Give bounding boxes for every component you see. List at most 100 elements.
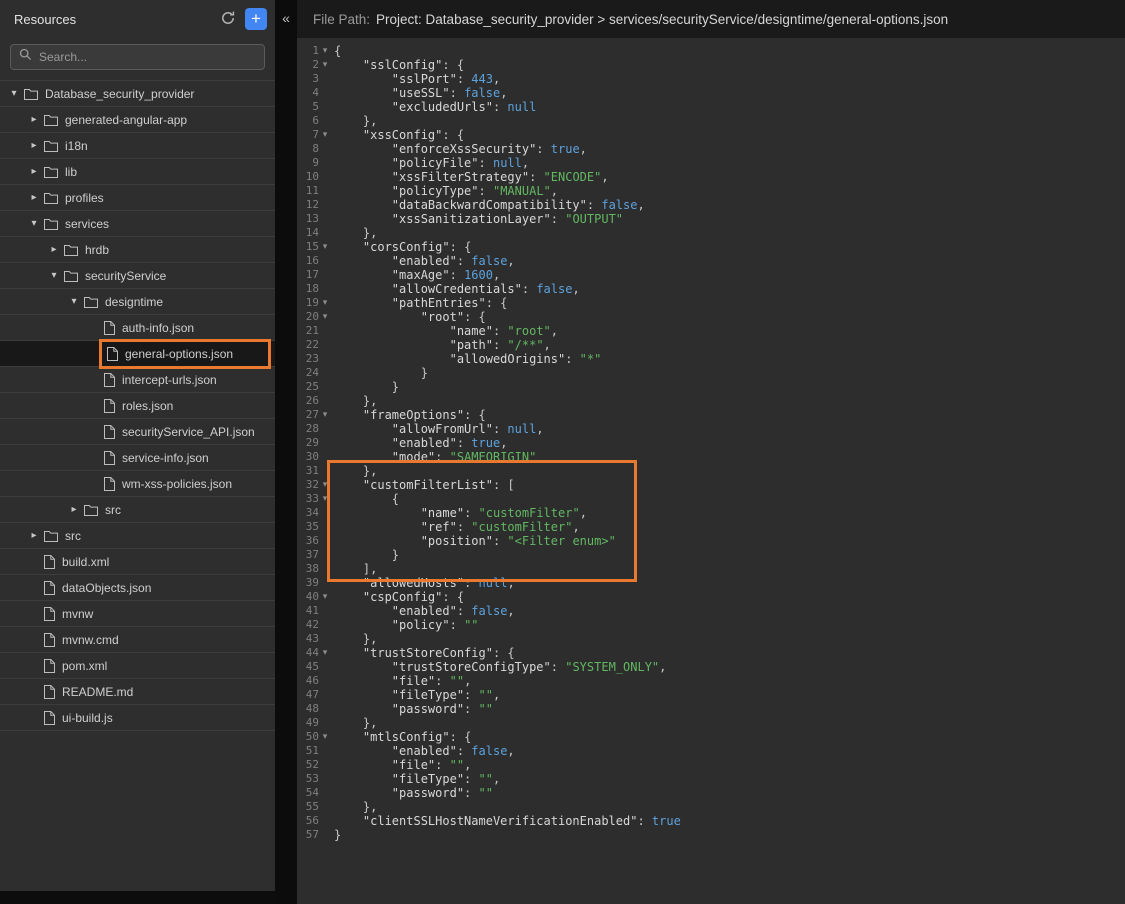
tree-item-designtime[interactable]: ▾designtime	[0, 289, 275, 315]
code-text[interactable]: "allowCredentials": false,	[331, 282, 580, 296]
code-text[interactable]: },	[331, 632, 377, 646]
code-text[interactable]: "allowFromUrl": null,	[331, 422, 544, 436]
chevron-right-icon[interactable]: ▸	[48, 237, 60, 263]
tree-item-readme-md[interactable]: README.md	[0, 679, 275, 705]
fold-caret-icon[interactable]: ▾	[319, 296, 331, 310]
fold-caret-icon[interactable]: ▾	[319, 58, 331, 72]
fold-caret-icon[interactable]: ▾	[319, 128, 331, 142]
code-text[interactable]: "file": "",	[331, 674, 471, 688]
fold-caret-icon[interactable]: ▾	[319, 492, 331, 506]
chevron-right-icon[interactable]: ▸	[28, 185, 40, 211]
tree-item-securityservice[interactable]: ▾securityService	[0, 263, 275, 289]
tree-item-mvnw[interactable]: mvnw	[0, 601, 275, 627]
code-text[interactable]: "xssFilterStrategy": "ENCODE",	[331, 170, 609, 184]
tree-item-database-security-provider[interactable]: ▾Database_security_provider	[0, 81, 275, 107]
code-text[interactable]: "policyType": "MANUAL",	[331, 184, 558, 198]
code-text[interactable]: "sslConfig": {	[331, 58, 464, 72]
fold-caret-icon[interactable]: ▾	[319, 730, 331, 744]
code-text[interactable]: "ref": "customFilter",	[331, 520, 580, 534]
tree-item-src[interactable]: ▸src	[0, 523, 275, 549]
chevron-down-icon[interactable]: ▾	[8, 81, 20, 107]
code-text[interactable]: "maxAge": 1600,	[331, 268, 500, 282]
code-text[interactable]: "mtlsConfig": {	[331, 730, 471, 744]
search-input[interactable]	[39, 50, 256, 64]
tree-item-services[interactable]: ▾services	[0, 211, 275, 237]
code-text[interactable]: "enabled": false,	[331, 604, 515, 618]
code-text[interactable]: {	[331, 44, 341, 58]
fold-caret-icon[interactable]: ▾	[319, 310, 331, 324]
chevron-right-icon[interactable]: ▸	[28, 523, 40, 549]
code-text[interactable]: "password": ""	[331, 786, 493, 800]
code-text[interactable]: "mode": "SAMEORIGIN"	[331, 450, 536, 464]
fold-caret-icon[interactable]: ▾	[319, 408, 331, 422]
code-text[interactable]: "clientSSLHostNameVerificationEnabled": …	[331, 814, 681, 828]
tree-item-profiles[interactable]: ▸profiles	[0, 185, 275, 211]
code-text[interactable]: "enforceXssSecurity": true,	[331, 142, 587, 156]
tree-item-auth-info-json[interactable]: auth-info.json	[0, 315, 275, 341]
code-text[interactable]: }	[331, 828, 341, 842]
chevron-right-icon[interactable]: ▸	[28, 159, 40, 185]
code-text[interactable]: }	[331, 548, 399, 562]
code-text[interactable]: "allowedOrigins": "*"	[331, 352, 601, 366]
chevron-right-icon[interactable]: ▸	[68, 497, 80, 523]
code-text[interactable]: },	[331, 226, 377, 240]
code-text[interactable]: "fileType": "",	[331, 772, 500, 786]
code-text[interactable]: "dataBackwardCompatibility": false,	[331, 198, 645, 212]
tree-item-securityservice-api-json[interactable]: securityService_API.json	[0, 419, 275, 445]
code-text[interactable]: ],	[331, 562, 377, 576]
chevron-down-icon[interactable]: ▾	[48, 263, 60, 289]
code-text[interactable]: "position": "<Filter enum>"	[331, 534, 616, 548]
code-text[interactable]: "useSSL": false,	[331, 86, 507, 100]
code-text[interactable]: "file": "",	[331, 758, 471, 772]
chevron-right-icon[interactable]: ▸	[28, 107, 40, 133]
code-text[interactable]: },	[331, 464, 377, 478]
code-text[interactable]: }	[331, 380, 399, 394]
refresh-button[interactable]	[220, 10, 236, 29]
code-text[interactable]: "cspConfig": {	[331, 590, 464, 604]
code-text[interactable]: },	[331, 716, 377, 730]
code-editor[interactable]: 1▾{2▾ "sslConfig": {3 "sslPort": 443,4 "…	[297, 38, 1125, 904]
tree-item-mvnw-cmd[interactable]: mvnw.cmd	[0, 627, 275, 653]
tree-item-i18n[interactable]: ▸i18n	[0, 133, 275, 159]
code-text[interactable]: "pathEntries": {	[331, 296, 507, 310]
code-text[interactable]: "path": "/**",	[331, 338, 551, 352]
fold-caret-icon[interactable]: ▾	[319, 240, 331, 254]
code-text[interactable]: },	[331, 800, 377, 814]
code-text[interactable]: },	[331, 394, 377, 408]
code-text[interactable]: "enabled": false,	[331, 254, 515, 268]
code-text[interactable]: "customFilterList": [	[331, 478, 515, 492]
code-text[interactable]: "trustStoreConfig": {	[331, 646, 515, 660]
code-text[interactable]: "name": "customFilter",	[331, 506, 587, 520]
fold-caret-icon[interactable]: ▾	[319, 44, 331, 58]
code-text[interactable]: "allowedHosts": null,	[331, 576, 515, 590]
code-text[interactable]: "policyFile": null,	[331, 156, 529, 170]
code-text[interactable]: "frameOptions": {	[331, 408, 486, 422]
fold-caret-icon[interactable]: ▾	[319, 646, 331, 660]
tree-item-hrdb[interactable]: ▸hrdb	[0, 237, 275, 263]
code-text[interactable]: },	[331, 114, 377, 128]
chevron-down-icon[interactable]: ▾	[68, 289, 80, 315]
tree-item-dataobjects-json[interactable]: dataObjects.json	[0, 575, 275, 601]
collapse-panel-button[interactable]: «	[277, 8, 295, 28]
code-text[interactable]: "trustStoreConfigType": "SYSTEM_ONLY",	[331, 660, 666, 674]
code-text[interactable]: "xssSanitizationLayer": "OUTPUT"	[331, 212, 623, 226]
tree-item-roles-json[interactable]: roles.json	[0, 393, 275, 419]
tree-item-general-options-json[interactable]: general-options.json	[0, 341, 275, 367]
code-text[interactable]: "password": ""	[331, 702, 493, 716]
code-text[interactable]: "enabled": true,	[331, 436, 507, 450]
tree-item-wm-xss-policies-json[interactable]: wm-xss-policies.json	[0, 471, 275, 497]
code-text[interactable]: "enabled": false,	[331, 744, 515, 758]
code-text[interactable]: "sslPort": 443,	[331, 72, 500, 86]
sidebar-horizontal-scrollbar[interactable]	[0, 891, 275, 904]
chevron-down-icon[interactable]: ▾	[28, 211, 40, 237]
tree-item-src[interactable]: ▸src	[0, 497, 275, 523]
code-text[interactable]: }	[331, 366, 428, 380]
code-text[interactable]: "name": "root",	[331, 324, 558, 338]
tree-item-intercept-urls-json[interactable]: intercept-urls.json	[0, 367, 275, 393]
tree-item-pom-xml[interactable]: pom.xml	[0, 653, 275, 679]
code-text[interactable]: "fileType": "",	[331, 688, 500, 702]
tree-item-service-info-json[interactable]: service-info.json	[0, 445, 275, 471]
code-text[interactable]: {	[331, 492, 399, 506]
tree-item-generated-angular-app[interactable]: ▸generated-angular-app	[0, 107, 275, 133]
code-text[interactable]: "corsConfig": {	[331, 240, 471, 254]
